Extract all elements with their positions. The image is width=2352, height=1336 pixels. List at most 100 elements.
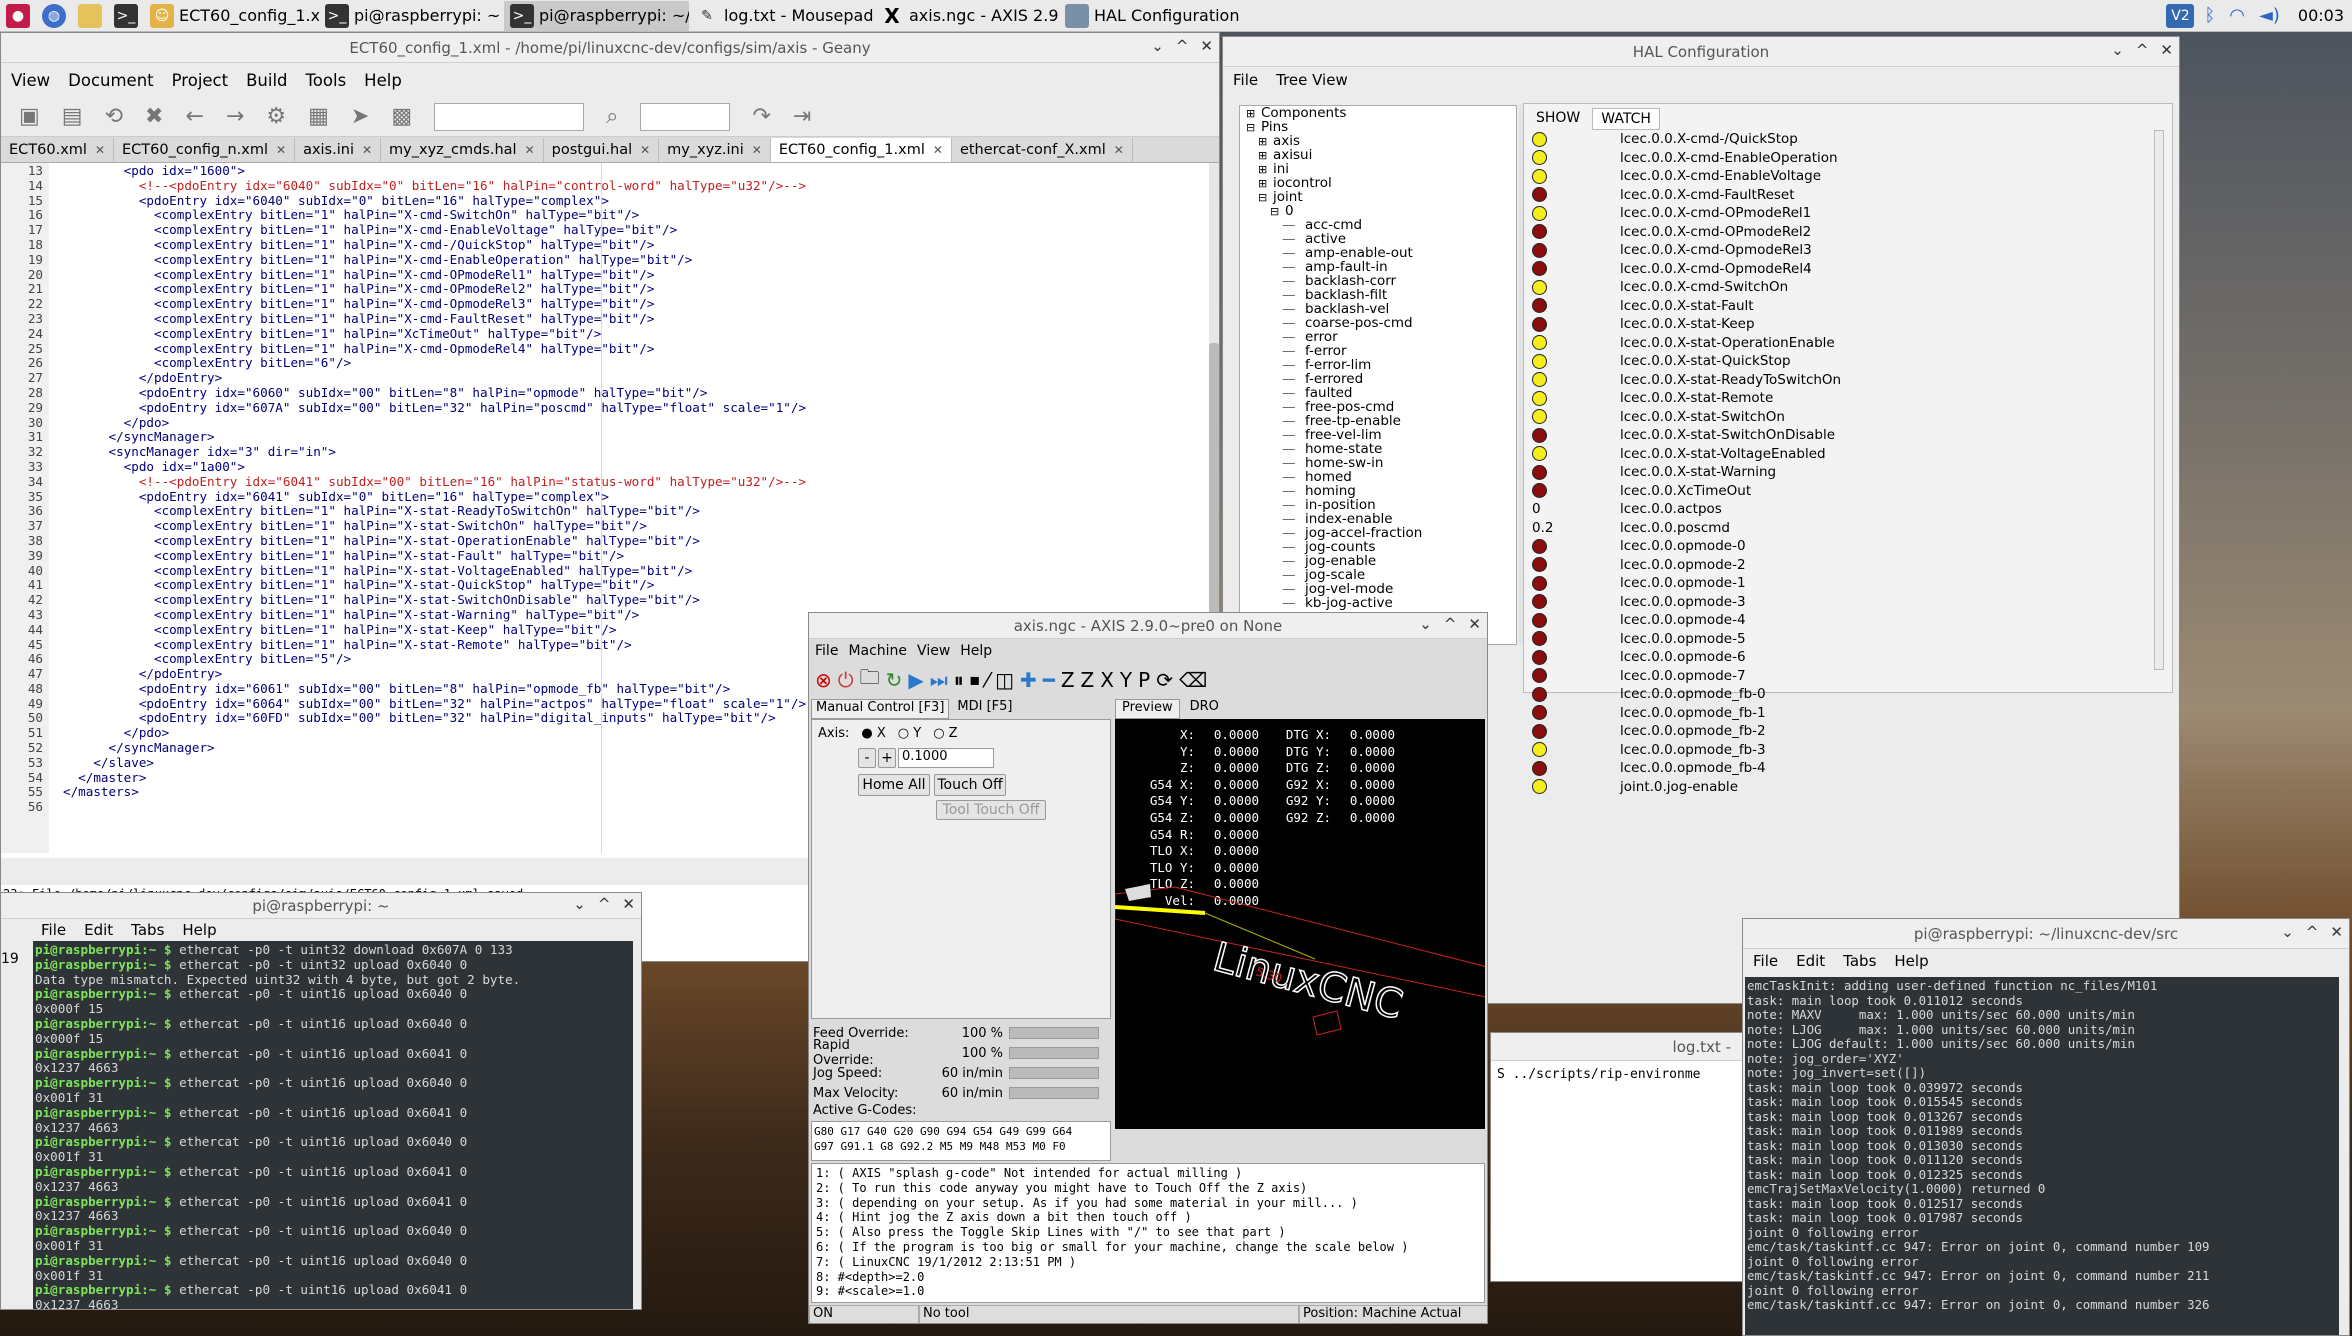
tree-node[interactable]: — acc-cmd [1240,218,1516,232]
tree-node[interactable]: — jog-vel-mode [1240,582,1516,596]
run-icon[interactable]: ▶ [908,668,923,692]
browser-launcher[interactable]: ◍ [36,1,72,31]
power-icon[interactable]: ⏻ [838,668,854,692]
pause-icon[interactable]: ⏸ [954,668,964,692]
back-icon[interactable]: ← [185,104,203,129]
save-icon[interactable]: ▣ [19,104,40,129]
rotate-icon[interactable]: ⟳ [1156,668,1173,692]
tree-node[interactable]: — homing [1240,484,1516,498]
tree-node[interactable]: — jog-enable [1240,554,1516,568]
search-field[interactable] [434,102,585,131]
menu-edit[interactable]: Edit [84,921,113,939]
hal-tree[interactable]: ⊞ Components ⊟ Pins ⊞ axis ⊞ axisui ⊞ ini ⊞ iocontr… [1239,105,1517,645]
tree-node[interactable]: ⊞ axis [1240,134,1516,148]
minimize-icon[interactable]: ⌄ [2281,923,2294,941]
file-manager-launcher[interactable] [72,1,108,31]
menu-help[interactable]: Help [1894,952,1928,970]
tab-manual-control[interactable]: Manual Control [F3] [811,699,950,719]
mousepad-text[interactable]: S ../scripts/rip-environme [1491,1061,1751,1088]
jump-icon[interactable]: ↷ [752,104,770,129]
close-tab-icon[interactable]: ✕ [1114,143,1124,157]
estop-icon[interactable]: ⊗ [815,668,832,692]
menu-file[interactable]: File [1753,952,1778,970]
menu-project[interactable]: Project [172,71,228,90]
minimize-icon[interactable]: ⌄ [1419,615,1432,633]
preview-canvas[interactable]: X: 0.0000 DTG X: 0.0000 Y: 0.0000 DTG Y: 0.0000… [1115,719,1485,1129]
step-icon[interactable]: ⏭ [930,668,948,692]
touch-off-button[interactable]: Touch Off [934,774,1006,796]
wifi-icon[interactable]: ◠ [2229,5,2245,26]
tab-file[interactable]: my_xyz_cmds.hal ✕ [381,138,544,162]
maximize-icon[interactable]: ^ [2306,923,2319,941]
radio-y[interactable]: ○ Y [898,726,921,741]
menu-file[interactable]: File [815,643,838,659]
maximize-icon[interactable]: ^ [1176,37,1189,55]
taskbar-item-hal[interactable]: HAL Configuration [1059,1,1244,31]
expander-icon[interactable]: ⊟ [1258,191,1270,205]
close-icon[interactable]: ✕ [1468,615,1481,633]
menu-file[interactable]: File [1233,71,1258,89]
tree-node[interactable]: ⊟ 0 [1240,204,1516,218]
gcode-listing[interactable]: 1: ( AXIS "splash g-code" Not intended f… [811,1163,1485,1303]
maximize-icon[interactable]: ^ [598,895,611,913]
tree-node[interactable]: ⊞ axisui [1240,148,1516,162]
close-tab-icon[interactable]: ✕ [933,143,943,157]
expander-icon[interactable]: ⊟ [1246,121,1258,135]
goto-line-field[interactable] [640,102,731,131]
expander-icon[interactable]: ⊟ [1270,205,1282,219]
menu-help[interactable]: Help [364,71,402,90]
menu-tabs[interactable]: Tabs [131,921,164,939]
menu-machine[interactable]: Machine [848,643,907,659]
tree-node[interactable]: — in-position [1240,498,1516,512]
terminal1-output[interactable]: pi@raspberrypi:~ $ ethercat -p0 -t uint3… [33,941,633,1309]
skip-lines-icon[interactable]: ⁄ [986,668,989,692]
bluetooth-icon[interactable]: ᛒ [2204,5,2215,26]
maximize-icon[interactable]: ^ [1444,615,1457,633]
build-icon[interactable]: ▦ [308,104,329,129]
tab-file[interactable]: my_xyz.ini ✕ [659,138,771,162]
tab-file[interactable]: ECT60_config_1.xml ✕ [770,138,952,162]
tree-node[interactable]: — home-sw-in [1240,456,1516,470]
tree-node[interactable]: — free-vel-lim [1240,428,1516,442]
tree-node[interactable]: — free-tp-enable [1240,414,1516,428]
search-icon[interactable]: ⌕ [606,104,618,129]
expander-icon[interactable]: ⊞ [1246,107,1258,121]
tree-node[interactable]: ⊟ Pins [1240,120,1516,134]
view-y-icon[interactable]: Y [1120,668,1132,692]
tree-node[interactable]: — jog-scale [1240,568,1516,582]
reload-icon[interactable]: ↻ [886,668,903,692]
tree-node[interactable]: ⊟ joint [1240,190,1516,204]
tree-node[interactable]: — coarse-pos-cmd [1240,316,1516,330]
close-icon[interactable]: ✕ [2330,923,2343,941]
close-tab-icon[interactable]: ✕ [95,143,105,157]
tree-node[interactable]: — kb-jog-active [1240,596,1516,610]
view-z-icon[interactable]: Z [1061,668,1075,692]
tree-node[interactable]: ⊞ iocontrol [1240,176,1516,190]
tree-node[interactable]: — jog-counts [1240,540,1516,554]
menu-help[interactable]: Help [182,921,216,939]
menu-file[interactable]: File [41,921,66,939]
close-icon[interactable]: ✕ [1200,37,1213,55]
clear-plot-icon[interactable]: ⌫ [1179,668,1207,692]
raspberry-menu-button[interactable]: ● [0,1,36,31]
run-icon[interactable]: ➤ [351,104,369,129]
minimize-icon[interactable]: ⌄ [573,895,586,913]
close-tab-icon[interactable]: ✕ [525,143,535,157]
menu-view[interactable]: View [11,71,50,90]
tab-file[interactable]: ethercat-conf_X.xml ✕ [952,138,1133,162]
override-slider[interactable] [1009,1087,1099,1099]
stop-icon[interactable]: ⏹ [970,668,980,692]
tree-node[interactable]: — backlash-corr [1240,274,1516,288]
menu-tools[interactable]: Tools [306,71,347,90]
tree-node[interactable]: — backlash-filt [1240,288,1516,302]
tab-dro[interactable]: DRO [1184,699,1225,719]
menu-build[interactable]: Build [246,71,287,90]
watch-scrollbar[interactable] [2154,130,2164,670]
maximize-icon[interactable]: ^ [2136,41,2149,59]
override-slider[interactable] [1009,1027,1099,1039]
close-icon[interactable]: ✕ [622,895,635,913]
taskbar-item-geany[interactable]: ☺ ECT60_config_1.xml - ... [144,1,319,31]
tab-watch[interactable]: WATCH [1592,108,1660,130]
taskbar-item-axis[interactable]: Xaxis.ngc - AXIS 2.9.0... [874,1,1059,31]
jog-minus-button[interactable]: - [858,748,876,768]
